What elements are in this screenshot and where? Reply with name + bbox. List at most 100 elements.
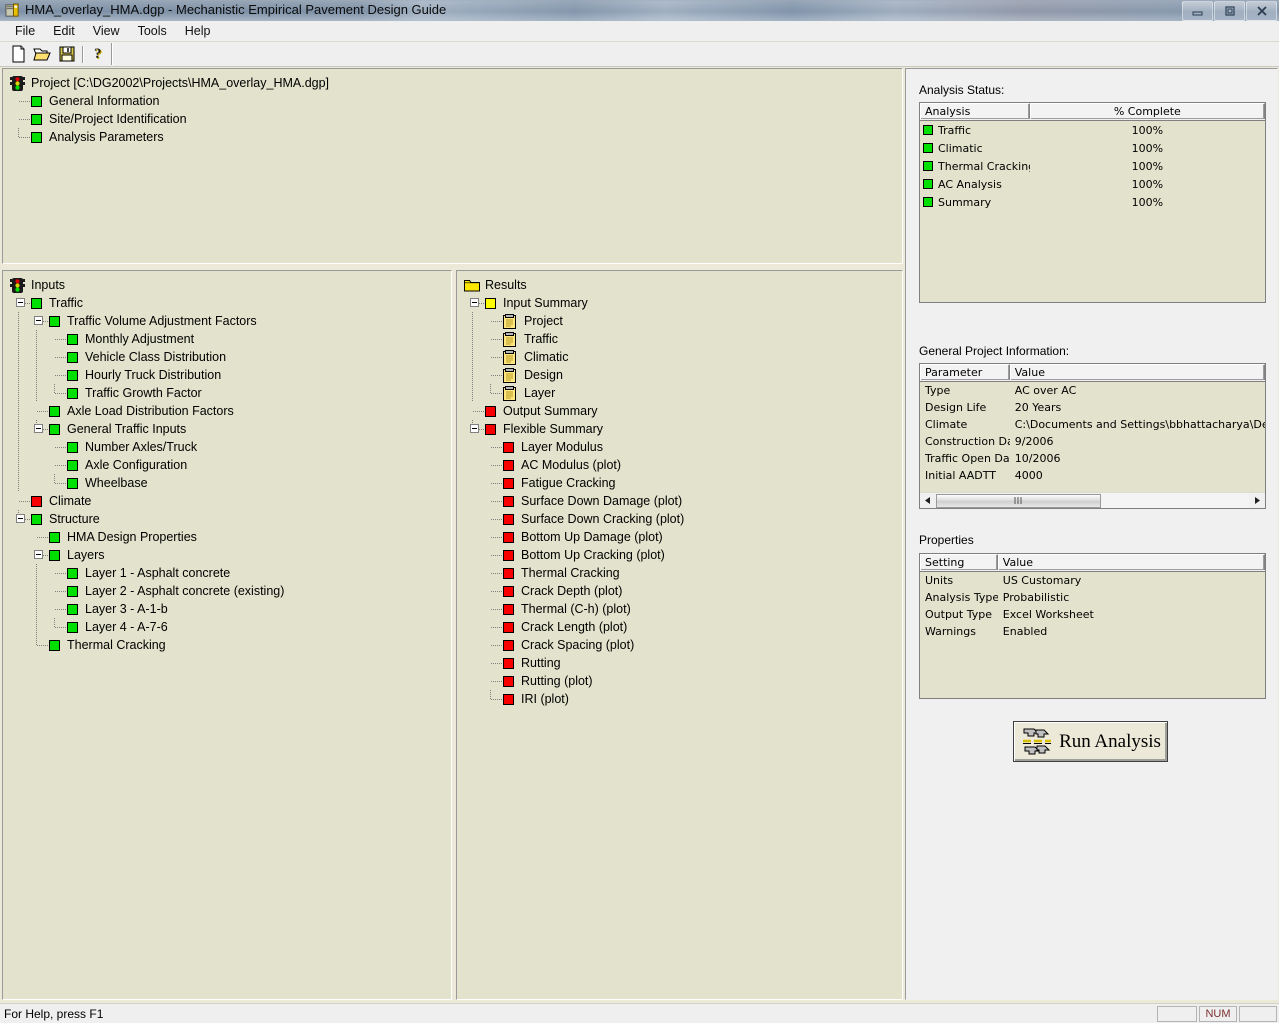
- tree-root-node[interactable]: Project [C:\DG2002\Projects\HMA_overlay_…: [7, 74, 902, 92]
- general-info-row[interactable]: Design Life 20 Years: [920, 399, 1265, 416]
- tree-node[interactable]: AC Modulus (plot): [461, 456, 902, 474]
- col-percent-complete[interactable]: % Complete: [1029, 103, 1265, 119]
- tree-expander-minus-icon[interactable]: [34, 424, 43, 433]
- scroll-thumb[interactable]: [936, 493, 1101, 508]
- tree-node[interactable]: Traffic Volume Adjustment Factors: [7, 312, 451, 330]
- tree-node[interactable]: Thermal (C-h) (plot): [461, 600, 902, 618]
- tree-node[interactable]: Monthly Adjustment: [7, 330, 451, 348]
- inputs-tree-panel[interactable]: Inputs Traffic Traffic Volume Adjustment…: [2, 270, 452, 1000]
- run-analysis-button[interactable]: Run Analysis: [1013, 721, 1168, 762]
- tree-node[interactable]: IRI (plot): [461, 690, 902, 708]
- tree-node[interactable]: Flexible Summary: [461, 420, 902, 438]
- tree-node[interactable]: Vehicle Class Distribution: [7, 348, 451, 366]
- tree-expander-minus-icon[interactable]: [16, 298, 25, 307]
- tree-expander-minus-icon[interactable]: [16, 514, 25, 523]
- tree-node[interactable]: Layer Modulus: [461, 438, 902, 456]
- project-tree-panel[interactable]: Project [C:\DG2002\Projects\HMA_overlay_…: [2, 68, 903, 264]
- analysis-status-row[interactable]: AC Analysis 100%: [920, 175, 1265, 193]
- general-info-row[interactable]: Type AC over AC: [920, 382, 1265, 399]
- help-button[interactable]: ? ?: [88, 43, 112, 66]
- tree-node[interactable]: Layers: [7, 546, 451, 564]
- tree-node[interactable]: Bottom Up Damage (plot): [461, 528, 902, 546]
- tree-node[interactable]: Layer: [461, 384, 902, 402]
- tree-expander-minus-icon[interactable]: [34, 316, 43, 325]
- tree-node[interactable]: Thermal Cracking: [461, 564, 902, 582]
- properties-row[interactable]: Output Type Excel Worksheet: [920, 606, 1265, 623]
- tree-node[interactable]: Structure: [7, 510, 451, 528]
- new-file-button[interactable]: [6, 43, 30, 66]
- tree-node[interactable]: Layer 2 - Asphalt concrete (existing): [7, 582, 451, 600]
- general-info-grid[interactable]: Parameter Value Type AC over AC Design L…: [919, 363, 1266, 509]
- tree-node[interactable]: HMA Design Properties: [7, 528, 451, 546]
- tree-node[interactable]: Climate: [7, 492, 451, 510]
- tree-node[interactable]: Input Summary: [461, 294, 902, 312]
- tree-node[interactable]: General Information: [7, 92, 902, 110]
- general-info-hscrollbar[interactable]: [920, 492, 1265, 508]
- tree-node[interactable]: Traffic: [461, 330, 902, 348]
- tree-node[interactable]: Traffic Growth Factor: [7, 384, 451, 402]
- tree-node[interactable]: Hourly Truck Distribution: [7, 366, 451, 384]
- tree-node[interactable]: Layer 3 - A-1-b: [7, 600, 451, 618]
- properties-row[interactable]: Analysis Type Probabilistic: [920, 589, 1265, 606]
- tree-node[interactable]: Climatic: [461, 348, 902, 366]
- tree-root-node[interactable]: Inputs: [7, 276, 451, 294]
- tree-node[interactable]: Site/Project Identification: [7, 110, 902, 128]
- tree-node[interactable]: Rutting: [461, 654, 902, 672]
- analysis-status-grid[interactable]: Analysis % Complete Traffic 100% Climati…: [919, 102, 1266, 303]
- scroll-right-arrow[interactable]: [1249, 493, 1265, 508]
- tree-expander-minus-icon[interactable]: [34, 550, 43, 559]
- col-analysis[interactable]: Analysis: [920, 103, 1030, 119]
- tree-node[interactable]: Crack Spacing (plot): [461, 636, 902, 654]
- col-prop-value[interactable]: Value: [997, 554, 1265, 570]
- save-button[interactable]: [54, 43, 78, 66]
- general-info-row[interactable]: Climate C:\Documents and Settings\bbhatt…: [920, 416, 1265, 433]
- tree-node[interactable]: Design: [461, 366, 902, 384]
- tree-node[interactable]: General Traffic Inputs: [7, 420, 451, 438]
- analysis-status-row[interactable]: Thermal Cracking 100%: [920, 157, 1265, 175]
- tree-node[interactable]: Output Summary: [461, 402, 902, 420]
- analysis-status-row[interactable]: Traffic 100%: [920, 121, 1265, 139]
- tree-node[interactable]: Wheelbase: [7, 474, 451, 492]
- tree-node[interactable]: Thermal Cracking: [7, 636, 451, 654]
- tree-node[interactable]: Project: [461, 312, 902, 330]
- results-tree-panel[interactable]: Results Input Summary Project Traffic Cl…: [456, 270, 903, 1000]
- tree-root-node[interactable]: Results: [461, 276, 902, 294]
- tree-node[interactable]: Number Axles/Truck: [7, 438, 451, 456]
- tree-node[interactable]: Crack Depth (plot): [461, 582, 902, 600]
- tree-node[interactable]: Layer 1 - Asphalt concrete: [7, 564, 451, 582]
- close-button[interactable]: [1246, 1, 1277, 21]
- tree-node[interactable]: Bottom Up Cracking (plot): [461, 546, 902, 564]
- col-setting[interactable]: Setting: [920, 554, 998, 570]
- scroll-track[interactable]: [1101, 493, 1249, 508]
- tree-node[interactable]: Rutting (plot): [461, 672, 902, 690]
- properties-row[interactable]: Units US Customary: [920, 572, 1265, 589]
- properties-row[interactable]: Warnings Enabled: [920, 623, 1265, 640]
- tree-node[interactable]: Surface Down Damage (plot): [461, 492, 902, 510]
- tree-node[interactable]: Layer 4 - A-7-6: [7, 618, 451, 636]
- minimize-button[interactable]: [1182, 1, 1213, 21]
- col-parameter[interactable]: Parameter: [920, 364, 1010, 380]
- tree-node[interactable]: Surface Down Cracking (plot): [461, 510, 902, 528]
- scroll-left-arrow[interactable]: [920, 493, 936, 508]
- menu-file[interactable]: File: [6, 22, 44, 40]
- analysis-status-row[interactable]: Summary 100%: [920, 193, 1265, 211]
- general-info-row[interactable]: Traffic Open Date 10/2006: [920, 450, 1265, 467]
- tree-expander-minus-icon[interactable]: [470, 424, 479, 433]
- col-value[interactable]: Value: [1009, 364, 1265, 380]
- tree-node[interactable]: Crack Length (plot): [461, 618, 902, 636]
- tree-node[interactable]: Axle Configuration: [7, 456, 451, 474]
- open-folder-button[interactable]: [30, 43, 54, 66]
- tree-node[interactable]: Traffic: [7, 294, 451, 312]
- menu-help[interactable]: Help: [176, 22, 220, 40]
- menu-tools[interactable]: Tools: [129, 22, 176, 40]
- analysis-status-row[interactable]: Climatic 100%: [920, 139, 1265, 157]
- general-info-row[interactable]: Construction Date 9/2006: [920, 433, 1265, 450]
- menu-edit[interactable]: Edit: [44, 22, 84, 40]
- restore-button[interactable]: [1214, 1, 1245, 21]
- menu-view[interactable]: View: [84, 22, 129, 40]
- tree-node[interactable]: Axle Load Distribution Factors: [7, 402, 451, 420]
- general-info-row[interactable]: Initial AADTT 4000: [920, 467, 1265, 484]
- properties-grid[interactable]: Setting Value Units US Customary Analysi…: [919, 553, 1266, 699]
- tree-node[interactable]: Fatigue Cracking: [461, 474, 902, 492]
- tree-node[interactable]: Analysis Parameters: [7, 128, 902, 146]
